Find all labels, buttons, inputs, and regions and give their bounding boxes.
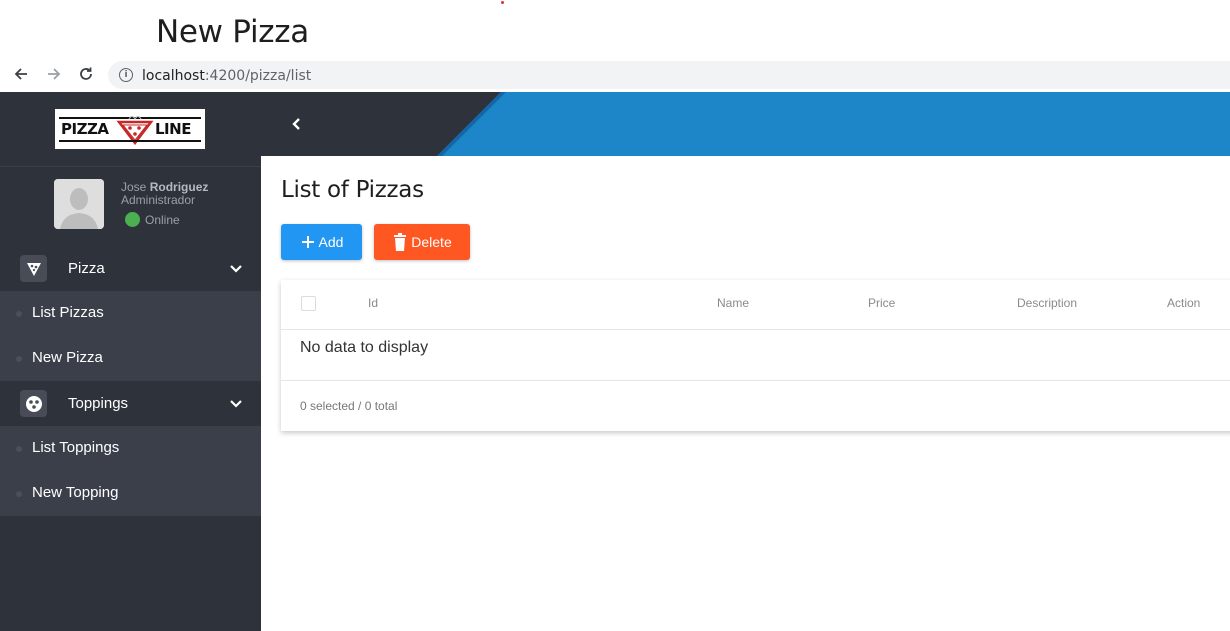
top-header [261,92,1230,156]
sidebar-item-label: New Pizza [32,349,103,366]
sidebar-item-new-pizza[interactable]: New Pizza [0,336,261,381]
column-header-description[interactable]: Description [1017,296,1077,310]
header-dark-section [261,92,501,156]
sidebar-group-pizza[interactable]: Pizza [0,246,261,291]
sidebar-item-label: List Toppings [32,439,120,456]
url-text: localhost:4200/pizza/list [142,68,311,84]
url-path: :4200/pizza/list [204,68,312,84]
arrow-left-icon [14,68,27,80]
red-dot [501,1,504,4]
reload-icon [80,67,92,80]
screenshot-caption: New Pizza [0,0,1230,58]
column-header-price[interactable]: Price [868,296,895,310]
address-bar[interactable]: i localhost:4200/pizza/list [108,61,1230,89]
avatar[interactable] [54,179,104,229]
sidebar-item-label: List Pizzas [32,304,104,321]
header-divider [281,329,1230,330]
selection-summary: 0 selected / 0 total [300,399,398,413]
bullet-dot-icon [16,491,22,497]
user-first-name: Jose [121,180,147,194]
sidebar-item-list-pizzas[interactable]: List Pizzas [0,291,261,336]
sidebar-group-label: Pizza [68,260,105,277]
add-button[interactable]: Add [281,224,362,260]
logo-line-bottom [59,140,201,142]
online-status-dot [125,212,140,227]
browser-toolbar: i localhost:4200/pizza/list [0,58,1230,92]
sidebar: PIZZA LINE Jose Rodriguez Administrador … [0,92,261,631]
browser-forward-button[interactable] [43,63,65,85]
user-name: Jose Rodriguez [121,180,208,194]
user-role: Administrador [121,193,196,207]
arrow-right-icon [48,68,61,80]
delete-button-label: Delete [411,234,452,250]
empty-table-message: No data to display [300,339,429,356]
sidebar-item-new-topping[interactable]: New Topping [0,471,261,516]
add-button-label: Add [318,234,344,250]
trash-icon [394,233,407,251]
browser-back-button[interactable] [10,63,32,85]
select-all-checkbox[interactable] [301,296,316,311]
pizza-slice-icon [20,255,47,282]
plus-icon [301,236,314,248]
user-silhouette-icon [54,179,104,229]
browser-reload-button[interactable] [75,63,97,85]
caption-title: New Pizza [156,14,309,50]
bullet-dot-icon [16,311,22,317]
chevron-down-icon [230,265,242,273]
sidebar-item-list-toppings[interactable]: List Toppings [0,426,261,471]
sidebar-group-label: Toppings [68,395,129,412]
delete-button[interactable]: Delete [374,224,470,260]
info-icon[interactable]: i [119,68,133,82]
collapse-sidebar-chevron-left-icon[interactable] [289,116,305,132]
sidebar-item-label: New Topping [32,484,119,501]
app-logo[interactable]: PIZZA LINE [55,109,205,149]
logo-text-right: LINE [155,120,191,138]
chevron-down-icon [230,400,242,408]
column-header-action[interactable]: Action [1167,296,1200,310]
page-title: List of Pizzas [281,177,424,203]
bullet-dot-icon [16,446,22,452]
column-header-name[interactable]: Name [717,296,749,310]
logo-text-left: PIZZA [61,120,109,138]
sidebar-group-toppings[interactable]: Toppings [0,381,261,426]
bullet-dot-icon [16,356,22,362]
column-header-id[interactable]: Id [368,296,378,310]
toppings-icon [20,390,47,417]
online-status-label: Online [145,213,180,227]
footer-divider [281,380,1230,381]
sidebar-divider [0,166,261,167]
url-host: localhost [142,68,205,84]
user-last-name: Rodriguez [149,180,209,194]
pizza-table: Id Name Price Description Action No data… [281,280,1230,431]
